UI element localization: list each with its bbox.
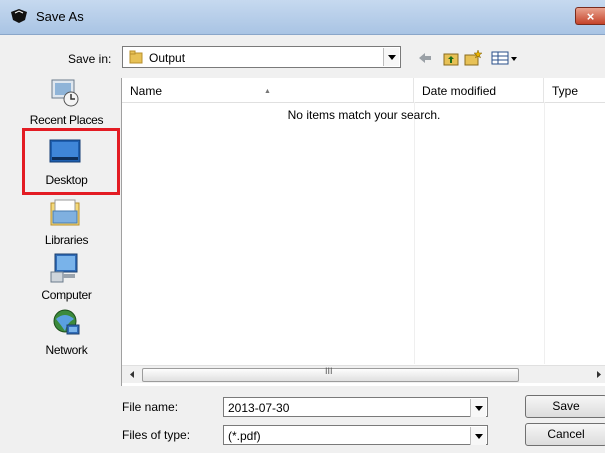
file-type-value: (*.pdf) xyxy=(228,429,261,443)
column-label: Type xyxy=(552,84,579,98)
title-bar[interactable]: Save As × xyxy=(0,0,605,35)
place-label: Recent Places xyxy=(29,113,104,127)
app-icon xyxy=(11,9,27,23)
place-libraries[interactable]: Libraries xyxy=(15,197,118,251)
place-network[interactable]: Network xyxy=(15,307,118,361)
cancel-button[interactable]: Cancel xyxy=(525,423,605,446)
save-in-dropdown[interactable]: Output xyxy=(122,46,401,68)
recent-places-icon xyxy=(51,79,79,107)
place-recent-places[interactable]: Recent Places xyxy=(15,77,118,131)
close-button[interactable]: × xyxy=(575,7,605,25)
file-type-label: Files of type: xyxy=(122,428,191,442)
place-label: Computer xyxy=(41,288,92,302)
column-header-date-modified[interactable]: Date modified xyxy=(414,78,544,102)
save-button[interactable]: Save xyxy=(525,395,605,418)
place-computer[interactable]: Computer xyxy=(15,252,118,306)
save-in-value: Output xyxy=(149,51,186,65)
horizontal-scrollbar[interactable]: III xyxy=(122,365,605,383)
back-arrow-icon[interactable] xyxy=(417,49,433,67)
column-header-name[interactable]: Name ▲ xyxy=(122,78,414,102)
place-label: Network xyxy=(45,343,88,357)
chevron-down-icon xyxy=(388,55,396,60)
file-name-value: 2013-07-30 xyxy=(228,401,290,415)
chevron-down-icon xyxy=(475,434,483,439)
column-label: Name xyxy=(130,84,163,98)
file-list[interactable]: Name ▲ Date modified Type No items match… xyxy=(121,78,605,386)
libraries-icon xyxy=(50,199,80,226)
save-in-label: Save in: xyxy=(68,52,112,66)
column-divider xyxy=(414,102,415,364)
sort-up-icon: ▲ xyxy=(264,88,271,95)
file-name-input[interactable]: 2013-07-30 xyxy=(223,397,488,417)
column-label: Date modified xyxy=(422,84,497,98)
new-folder-icon[interactable] xyxy=(464,49,482,67)
scroll-grip: III xyxy=(325,366,333,376)
up-folder-icon[interactable] xyxy=(443,49,459,67)
save-as-dialog: Save As × Save in: Output Recent Places … xyxy=(0,0,605,453)
file-type-dropdown-arrow[interactable] xyxy=(470,427,486,445)
file-type-select[interactable]: (*.pdf) xyxy=(223,425,488,445)
folder-icon xyxy=(129,50,143,64)
scroll-left-icon[interactable] xyxy=(125,367,139,382)
highlight-box xyxy=(22,128,120,195)
column-headers: Name ▲ Date modified Type xyxy=(122,78,605,103)
save-in-dropdown-arrow[interactable] xyxy=(383,48,399,66)
file-name-label: File name: xyxy=(122,400,179,414)
chevron-down-icon xyxy=(475,406,483,411)
place-label: Libraries xyxy=(44,233,89,247)
file-name-dropdown-arrow[interactable] xyxy=(470,399,486,417)
network-icon xyxy=(53,309,80,335)
empty-message: No items match your search. xyxy=(287,108,441,122)
view-menu-icon[interactable] xyxy=(491,49,519,67)
scroll-right-icon[interactable] xyxy=(592,367,605,382)
window-title: Save As xyxy=(36,9,84,24)
column-divider xyxy=(544,102,545,364)
column-header-type[interactable]: Type xyxy=(544,78,605,102)
scroll-thumb[interactable]: III xyxy=(142,366,519,382)
computer-icon xyxy=(50,253,78,283)
